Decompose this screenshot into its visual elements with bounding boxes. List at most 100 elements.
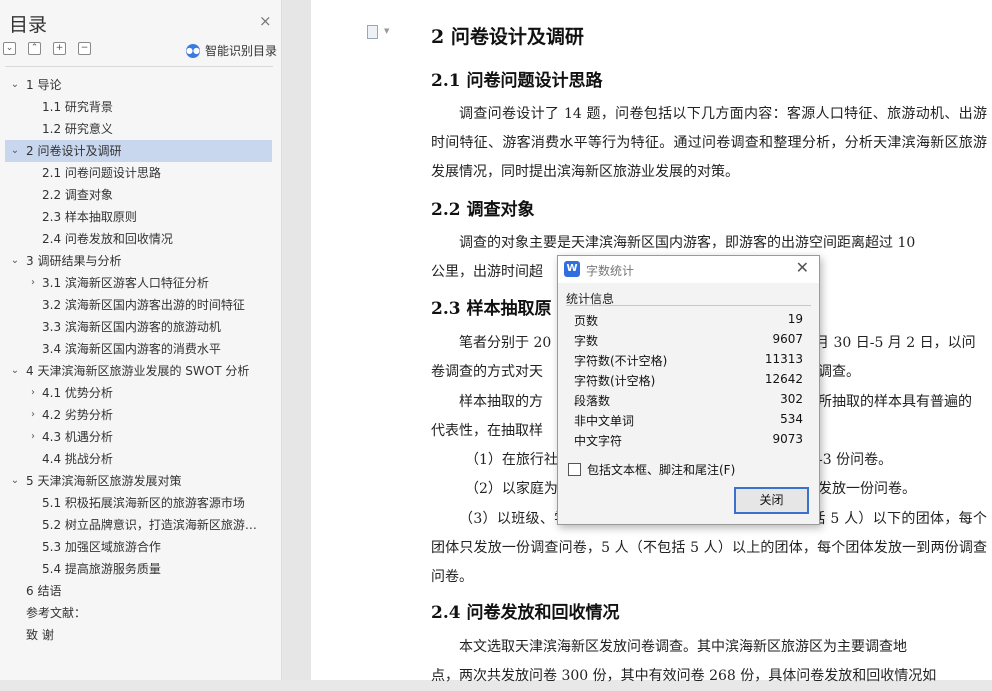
smart-toc-label: 智能识别目录 [205,44,278,58]
toc-item[interactable]: ⌄ 2 问卷设计及调研 [5,140,272,162]
toc-item[interactable]: › 4.1 优势分析 [5,382,272,404]
paragraph-2-3-1-d: 调查。 [818,364,860,380]
toc-item-label: 1 导论 [26,78,62,92]
word-count-dialog: W 字数统计 ✕ 统计信息 页数 19 字数 9607 字符数(不计空格) 11… [557,255,820,525]
toc-item[interactable]: 5.2 树立品牌意识，打造滨海新区旅游特色 [5,514,272,536]
chevron-right-icon[interactable]: › [28,426,38,448]
smart-toc-button[interactable]: ●● 智能识别目录 [186,42,277,59]
toc-item-label: 致 谢 [26,628,54,642]
paragraph-2-3-2-b: 所抽取的样本具有普遍的 [818,394,972,410]
paragraph-2-3-1-b: 月 30 日-5 月 2 日，以问 [815,335,976,351]
document-icon[interactable] [367,25,378,39]
include-textboxes-checkbox[interactable] [568,463,581,476]
dialog-titlebar[interactable]: W 字数统计 ✕ [558,256,819,283]
include-textboxes-label: 包括文本框、脚注和尾注(F) [587,463,736,477]
chevron-down-icon[interactable]: ⌄ [10,74,20,96]
stat-label: 页数 [574,314,599,328]
sidebar-divider [5,66,273,67]
toc-item[interactable]: 2.1 问卷问题设计思路 [5,162,272,184]
collapse-all-icon[interactable]: ⌄ [3,42,16,55]
paragraph-2-3-3-a: （1）在旅行社 [465,452,558,468]
toc-list: ⌄ 1 导论 1.1 研究背景 1.2 研究意义 ⌄ 2 问卷设计及调研 2.1 问卷问题设… [5,74,272,646]
chevron-right-icon[interactable]: › [28,382,38,404]
chevron-down-icon[interactable]: ⌄ [10,360,20,382]
toc-item-label: 4.4 挑战分析 [42,452,113,466]
heading-2-1: 2.1 问卷问题设计思路 [431,71,603,91]
stat-label: 中文字符 [574,434,623,448]
close-icon[interactable]: ✕ [796,259,809,277]
paragraph-2-3-4-a: （2）以家庭为 [465,481,558,497]
paragraph-2-4-line2: 点，两次共发放问卷 300 份，其中有效问卷 268 份，具体问卷发放和回收情况… [431,668,937,684]
toc-item[interactable]: 3.2 滨海新区国内游客出游的时间特征 [5,294,272,316]
close-icon[interactable]: × [259,13,272,29]
toc-item[interactable]: › 4.2 劣势分析 [5,404,272,426]
toc-item[interactable]: 3.4 滨海新区国内游客的消费水平 [5,338,272,360]
toc-item[interactable]: ⌄ 5 天津滨海新区旅游发展对策 [5,470,272,492]
chevron-right-icon[interactable]: › [28,404,38,426]
paragraph-2-3-2-a: 样本抽取的方 [459,394,543,410]
toc-item-label: 2.1 问卷问题设计思路 [42,166,161,180]
toc-item-label: 2.4 问卷发放和回收情况 [42,232,173,246]
paragraph-2-3-1-c: 卷调查的方式对天 [431,364,543,380]
stat-label: 字符数(计空格) [574,374,656,388]
heading-2-2: 2.2 调查对象 [431,200,535,220]
chevron-down-icon[interactable]: ▼ [384,27,389,35]
toc-item-label: 5.4 提高旅游服务质量 [42,562,161,576]
toc-item[interactable]: 5.3 加强区域旅游合作 [5,536,272,558]
toc-item[interactable]: 参考文献： [5,602,272,624]
close-button[interactable]: 关闭 [734,487,809,514]
toc-item-label: 4.1 优势分析 [42,386,113,400]
remove-heading-icon[interactable]: − [78,42,91,55]
chevron-right-icon[interactable]: › [28,272,38,294]
toc-item[interactable]: 5.1 积极拓展滨海新区的旅游客源市场 [5,492,272,514]
toc-item-label: 4 天津滨海新区旅游业发展的 SWOT 分析 [26,364,250,378]
stat-row: 非中文单词 534 [574,412,803,432]
stat-value: 11313 [764,352,803,366]
toc-item[interactable]: 1.2 研究意义 [5,118,272,140]
toc-item[interactable]: 2.2 调查对象 [5,184,272,206]
toc-item-label: 4.3 机遇分析 [42,430,113,444]
paragraph-2-4-line1: 本文选取天津滨海新区发放问卷调查。其中滨海新区旅游区为主要调查地 [459,639,907,655]
chevron-down-icon[interactable]: ⌄ [10,470,20,492]
stat-row: 字数 9607 [574,332,803,352]
paragraph-2-1: 调查问卷设计了 14 题，问卷包括以下几方面内容：客源人口特征、旅游动机、出游时… [431,106,987,180]
chevron-down-icon[interactable]: ⌄ [10,250,20,272]
toc-item[interactable]: › 4.3 机遇分析 [5,426,272,448]
toc-item-label: 5.2 树立品牌意识，打造滨海新区旅游特色 [42,518,266,532]
toc-item[interactable]: › 3.1 滨海新区游客人口特征分析 [5,272,272,294]
wps-writer-icon: W [564,261,580,277]
toc-item[interactable]: ⌄ 4 天津滨海新区旅游业发展的 SWOT 分析 [5,360,272,382]
toc-item[interactable]: 1.1 研究背景 [5,96,272,118]
toc-item[interactable]: 3.3 滨海新区国内游客的旅游动机 [5,316,272,338]
toc-toolbar: ⌄ ⌃ + − [3,42,91,55]
toc-item-label: 参考文献： [26,606,87,620]
paragraph-2-3-2-c: 代表性，在抽取样 [431,423,543,439]
toc-item[interactable]: 致 谢 [5,624,272,646]
stat-row: 字符数(不计空格) 11313 [574,352,803,372]
group-divider [566,305,811,306]
sidebar-title: 目录 [9,14,48,36]
stat-row: 段落数 302 [574,392,803,412]
toc-item[interactable]: ⌄ 3 调研结果与分析 [5,250,272,272]
include-textboxes-option[interactable]: 包括文本框、脚注和尾注(F) [568,461,735,478]
toc-item-label: 3.2 滨海新区国内游客出游的时间特征 [42,298,245,312]
add-heading-icon[interactable]: + [53,42,66,55]
toc-item-label: 1.2 研究意义 [42,122,113,136]
toc-item[interactable]: 2.4 问卷发放和回收情况 [5,228,272,250]
expand-all-icon[interactable]: ⌃ [28,42,41,55]
toc-item[interactable]: 4.4 挑战分析 [5,448,272,470]
toc-item[interactable]: 5.4 提高旅游服务质量 [5,558,272,580]
stat-label: 非中文单词 [574,414,635,428]
paragraph-2-3-3-b: -3 份问卷。 [818,452,893,468]
toc-item-label: 5.3 加强区域旅游合作 [42,540,161,554]
stat-value: 534 [780,412,803,426]
toc-item-label: 3.1 滨海新区游客人口特征分析 [42,276,209,290]
toc-item-label: 5.1 积极拓展滨海新区的旅游客源市场 [42,496,245,510]
toc-item[interactable]: ⌄ 1 导论 [5,74,272,96]
toc-item[interactable]: 2.3 样本抽取原则 [5,206,272,228]
toc-item-label: 4.2 劣势分析 [42,408,113,422]
stat-row: 字符数(计空格) 12642 [574,372,803,392]
toc-item[interactable]: 6 结语 [5,580,272,602]
paragraph-2-2-line2: 公里，出游时间超 [431,264,543,280]
chevron-down-icon[interactable]: ⌄ [10,140,20,162]
